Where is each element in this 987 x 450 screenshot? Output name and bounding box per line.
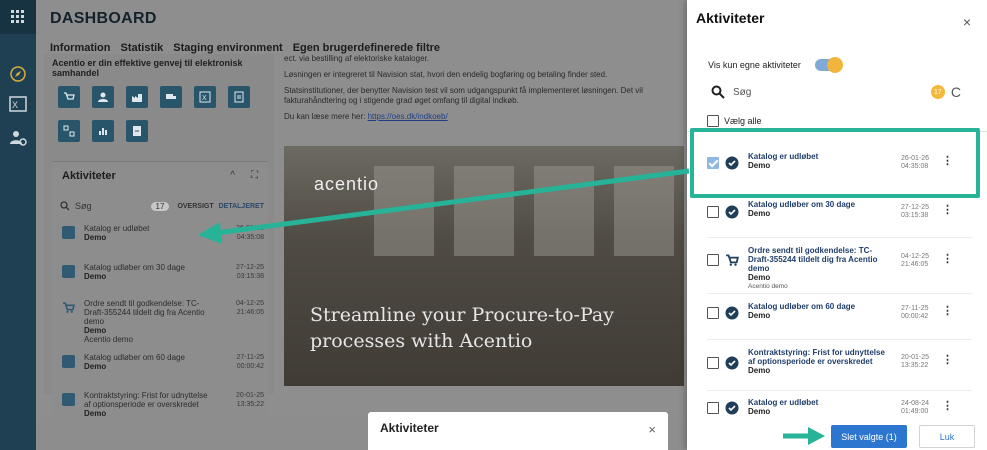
arrow-to-list	[215, 168, 690, 236]
arrow-head-right	[808, 427, 825, 445]
arrow-head-left	[198, 222, 222, 244]
annotation-arrows	[198, 168, 825, 445]
